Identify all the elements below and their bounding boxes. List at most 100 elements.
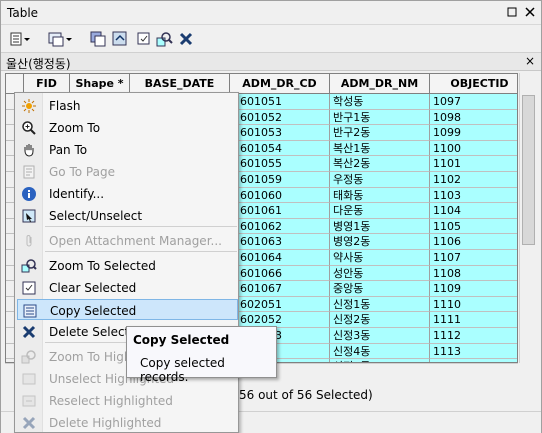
table-tab-label: 울산(행정동) xyxy=(6,57,71,71)
table-cell[interactable]: 반구2동 xyxy=(330,125,430,141)
table-cell[interactable]: 1097 xyxy=(430,94,517,110)
column-header[interactable]: BASE_DATE xyxy=(130,74,230,94)
clear-selection-icon xyxy=(21,280,37,296)
table-cell[interactable]: 2601061 xyxy=(230,203,330,219)
menu-item-label: Identify... xyxy=(49,187,105,201)
table-cell[interactable]: 복산1동 xyxy=(330,140,430,157)
menu-separator xyxy=(45,251,237,252)
zoom-highlighted-icon xyxy=(21,349,37,365)
table-cell[interactable]: 2601054 xyxy=(230,140,330,157)
row-selector-header xyxy=(6,74,24,94)
delete-x-icon xyxy=(21,415,37,431)
table-cell[interactable]: 다운동 xyxy=(330,203,430,219)
select-by-attributes-icon[interactable] xyxy=(89,30,107,48)
table-tab[interactable]: 울산(행정동) × xyxy=(1,53,541,71)
menu-item-zoom-to[interactable]: Zoom To xyxy=(17,117,238,138)
copy-icon xyxy=(22,303,38,319)
table-cell[interactable]: 1098 xyxy=(430,109,517,126)
table-cell[interactable]: 성안동 xyxy=(330,265,430,282)
delete-selected-icon[interactable] xyxy=(177,30,195,48)
table-cell[interactable]: 반구1동 xyxy=(330,109,430,126)
table-cell[interactable]: 2601053 xyxy=(230,125,330,141)
related-tables-icon[interactable] xyxy=(47,30,72,48)
table-cell[interactable]: 2601059 xyxy=(230,171,330,188)
menu-item-pan-to[interactable]: Pan To xyxy=(17,139,238,160)
table-toolbar xyxy=(1,25,541,53)
table-cell[interactable]: 1099 xyxy=(430,125,517,141)
table-cell[interactable]: 학성동 xyxy=(330,94,430,110)
menu-item-label: Clear Selected xyxy=(49,281,137,295)
table-cell[interactable]: 1112 xyxy=(430,327,517,344)
table-cell[interactable]: 1107 xyxy=(430,249,517,266)
vertical-scrollbar[interactable] xyxy=(519,73,536,363)
table-cell[interactable]: 2601067 xyxy=(230,281,330,297)
column-header[interactable]: Shape * xyxy=(70,74,130,94)
column-header[interactable]: ADM_DR_NM xyxy=(330,74,430,94)
table-cell[interactable]: 2601062 xyxy=(230,218,330,235)
table-cell[interactable]: 우정동 xyxy=(330,171,430,188)
table-cell[interactable]: 2601063 xyxy=(230,234,330,250)
table-cell[interactable]: 2601051 xyxy=(230,94,330,110)
menu-item-label: Zoom To xyxy=(49,121,101,135)
table-cell[interactable]: 1111 xyxy=(430,312,517,328)
table-cell[interactable]: 태화동 xyxy=(330,187,430,204)
table-cell[interactable]: 신정3동 xyxy=(330,327,430,344)
column-header[interactable]: OBJECTID xyxy=(430,74,517,94)
menu-item-label: Reselect Highlighted xyxy=(49,394,173,408)
table-cell[interactable]: 신정1동 xyxy=(330,296,430,313)
menu-item-clear-selected[interactable]: Clear Selected xyxy=(17,277,238,298)
table-cell[interactable]: 신정2동 xyxy=(330,312,430,328)
table-cell[interactable]: 병영2동 xyxy=(330,234,430,250)
table-cell[interactable]: 신정4동 xyxy=(330,343,430,360)
table-cell[interactable]: 1106 xyxy=(430,234,517,250)
menu-item-open-attachment-manager: Open Attachment Manager... xyxy=(17,230,238,251)
menu-item-flash[interactable]: Flash xyxy=(17,95,238,116)
scroll-thumb[interactable] xyxy=(522,95,535,245)
minimize-icon[interactable] xyxy=(505,5,519,19)
table-cell[interactable]: 1108 xyxy=(430,265,517,282)
zoom-selected-icon xyxy=(21,258,37,274)
delete-x-icon xyxy=(21,324,37,340)
column-header[interactable]: ADM_DR_CD xyxy=(230,74,330,94)
reselect-icon xyxy=(21,393,37,409)
switch-selection-icon[interactable] xyxy=(111,30,129,48)
table-cell[interactable]: 병영1동 xyxy=(330,218,430,235)
page-icon xyxy=(21,164,37,180)
flash-icon xyxy=(21,98,37,114)
menu-item-label: Go To Page xyxy=(49,165,115,179)
menu-item-select-unselect[interactable]: Select/Unselect xyxy=(17,205,238,226)
table-cell[interactable]: 1104 xyxy=(430,203,517,219)
menu-item-zoom-to-selected[interactable]: Zoom To Selected xyxy=(17,255,238,276)
table-cell[interactable]: 중앙동 xyxy=(330,281,430,297)
table-cell[interactable]: 2601060 xyxy=(230,187,330,204)
table-cell[interactable]: 복산2동 xyxy=(330,156,430,172)
table-cell[interactable]: 1105 xyxy=(430,218,517,235)
table-cell[interactable]: 약사동 xyxy=(330,249,430,266)
table-cell[interactable]: 1103 xyxy=(430,187,517,204)
close-icon[interactable] xyxy=(523,5,537,19)
info-icon xyxy=(21,186,37,202)
menu-item-delete-highlighted: Delete Highlighted xyxy=(17,412,238,433)
table-cell[interactable]: 2601066 xyxy=(230,265,330,282)
close-tab-icon[interactable]: × xyxy=(525,54,535,68)
table-cell[interactable]: 1110 xyxy=(430,296,517,313)
table-cell[interactable]: 1102 xyxy=(430,171,517,188)
zoom-to-selected-icon[interactable] xyxy=(155,30,173,48)
table-cell[interactable]: 1113 xyxy=(430,343,517,360)
column-header[interactable]: FID xyxy=(24,74,70,94)
menu-item-copy-selected[interactable]: Copy Selected xyxy=(17,299,238,320)
clear-selection-icon[interactable] xyxy=(135,30,153,48)
tooltip-title: Copy Selected xyxy=(133,333,230,347)
table-cell[interactable]: 2601064 xyxy=(230,249,330,266)
select-icon xyxy=(21,208,37,224)
table-options-icon[interactable] xyxy=(9,30,30,48)
menu-item-identify[interactable]: Identify... xyxy=(17,183,238,204)
table-cell[interactable]: 1100 xyxy=(430,140,517,157)
table-cell[interactable]: 1109 xyxy=(430,281,517,297)
table-cell[interactable]: 2601052 xyxy=(230,109,330,126)
pan-hand-icon xyxy=(21,142,37,158)
menu-item-label: Delete Highlighted xyxy=(49,416,162,430)
table-cell[interactable]: 2602051 xyxy=(230,296,330,313)
table-cell[interactable]: 1101 xyxy=(430,156,517,172)
table-cell[interactable]: 2601055 xyxy=(230,156,330,172)
